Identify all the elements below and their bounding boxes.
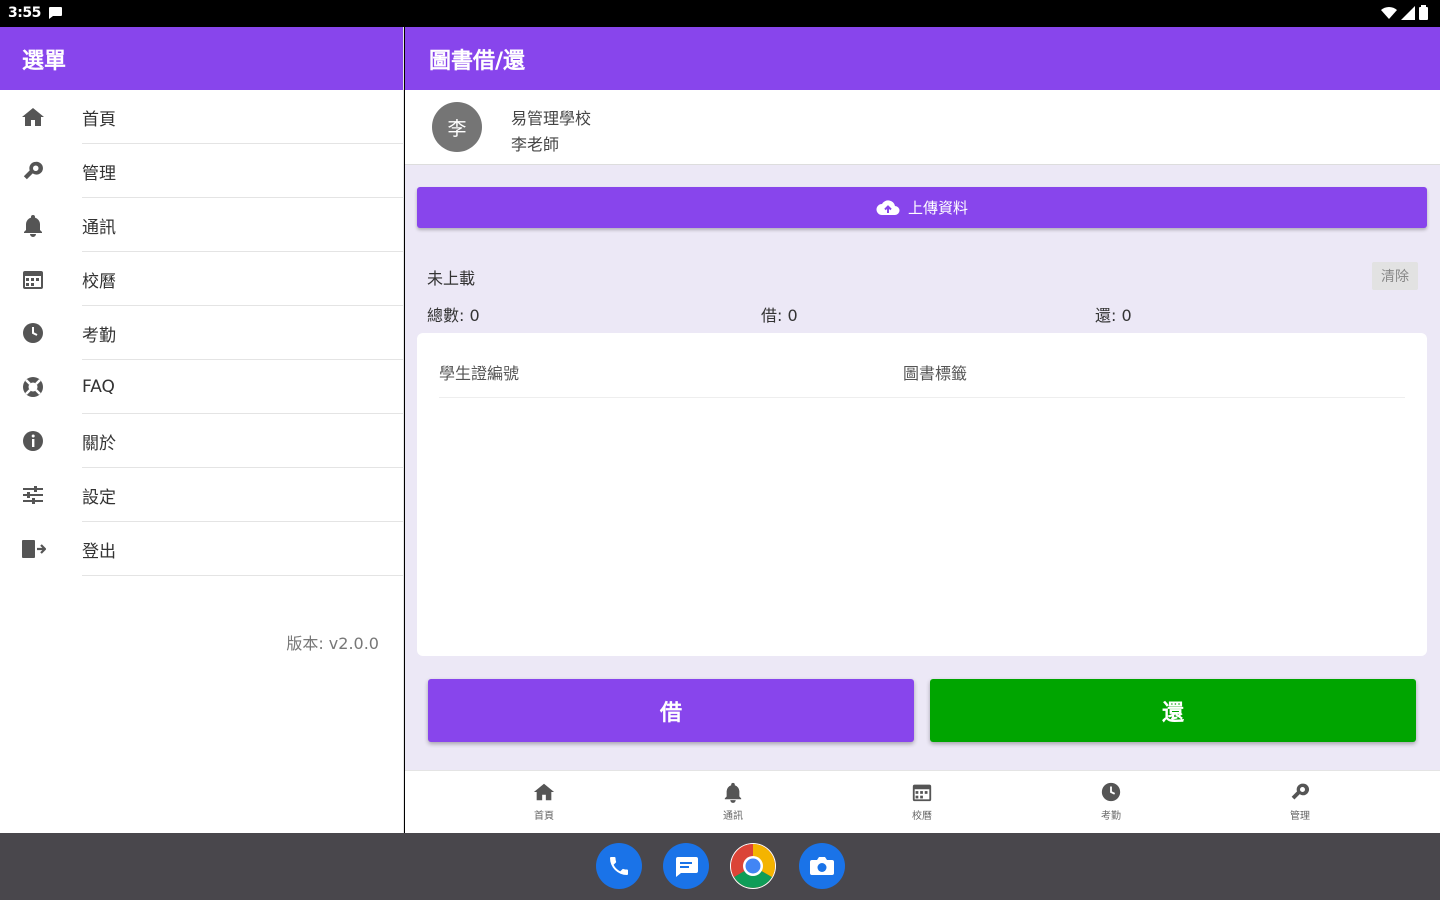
status-bar: 3:55 [0, 0, 1440, 27]
wrench-icon [1270, 779, 1330, 805]
divider [82, 575, 403, 576]
drawer-item-label: 首頁 [82, 109, 116, 130]
user-profile: 李 易管理學校 李老師 [405, 90, 1440, 165]
drawer-item-manage[interactable]: 管理 [0, 144, 403, 198]
bottom-nav-calendar[interactable]: 校曆 [892, 779, 952, 822]
bottom-nav-home[interactable]: 首頁 [514, 779, 574, 822]
teacher-name: 李老師 [511, 135, 560, 154]
bottom-nav-label: 通訊 [723, 811, 743, 822]
calendar-icon [20, 266, 46, 292]
upload-status: 未上載 [427, 269, 476, 288]
status-time: 3:55 [8, 5, 41, 21]
messages-icon[interactable] [663, 843, 709, 889]
clock-icon [20, 320, 46, 346]
drawer-item-logout[interactable]: 登出 [0, 522, 403, 576]
drawer-item-label: 設定 [82, 487, 116, 508]
bottom-nav-label: 校曆 [912, 811, 932, 822]
bell-icon [20, 212, 46, 238]
school-name: 易管理學校 [511, 109, 592, 128]
message-notification-icon [49, 7, 62, 19]
logout-icon [20, 536, 46, 562]
drawer-item-faq[interactable]: FAQ [0, 360, 403, 414]
bottom-nav-attendance[interactable]: 考勤 [1081, 779, 1141, 822]
drawer-item-label: 管理 [82, 163, 116, 184]
clear-button[interactable]: 清除 [1372, 262, 1418, 290]
drawer-item-label: 關於 [82, 433, 116, 454]
signal-icon [1401, 5, 1415, 20]
bottom-nav-label: 管理 [1290, 811, 1310, 822]
page-title: 圖書借/還 [405, 27, 1440, 90]
wifi-icon [1381, 6, 1397, 19]
chrome-icon[interactable] [730, 843, 776, 889]
drawer-item-attendance[interactable]: 考勤 [0, 306, 403, 360]
drawer-item-settings[interactable]: 設定 [0, 468, 403, 522]
bottom-navigation: 首頁 通訊 校曆 考勤 管理 [405, 770, 1440, 833]
column-header-book-tag: 圖書標籤 [903, 364, 968, 383]
drawer-item-label: 登出 [82, 541, 116, 562]
sliders-icon [20, 482, 46, 508]
drawer-item-home[interactable]: 首頁 [0, 90, 403, 144]
borrow-button[interactable]: 借 [428, 679, 914, 742]
avatar: 李 [432, 102, 482, 152]
navigation-drawer: 選單 首頁 管理 通訊 校曆 考勤 FAQ 關於 設定 登出 版本: v2.0.… [0, 27, 404, 833]
home-icon [514, 779, 574, 805]
lifebuoy-icon [20, 374, 46, 400]
calendar-icon [892, 779, 952, 805]
wrench-icon [20, 158, 46, 184]
camera-icon[interactable] [799, 843, 845, 889]
drawer-item-calendar[interactable]: 校曆 [0, 252, 403, 306]
main-panel: 圖書借/還 李 易管理學校 李老師 上傳資料 未上載 清除 總數: 0 借: 0… [405, 27, 1440, 833]
drawer-item-label: FAQ [82, 377, 115, 397]
records-table: 學生證編號 圖書標籤 [417, 333, 1427, 656]
return-button[interactable]: 還 [930, 679, 1416, 742]
return-count: 還: 0 [1095, 306, 1132, 325]
bottom-nav-label: 考勤 [1101, 811, 1121, 822]
header-divider [439, 397, 1405, 398]
system-dock [0, 833, 1440, 900]
bottom-nav-label: 首頁 [534, 811, 554, 822]
system-icons [1381, 5, 1428, 20]
battery-icon [1419, 5, 1428, 20]
drawer-title: 選單 [0, 27, 403, 90]
home-icon [20, 104, 46, 130]
upload-label: 上傳資料 [907, 199, 968, 217]
drawer-item-label: 考勤 [82, 325, 116, 346]
bottom-nav-messages[interactable]: 通訊 [703, 779, 763, 822]
drawer-item-label: 校曆 [82, 271, 116, 292]
total-count: 總數: 0 [427, 306, 480, 325]
bell-icon [703, 779, 763, 805]
app-version: 版本: v2.0.0 [286, 634, 379, 653]
column-header-student-id: 學生證編號 [439, 364, 520, 383]
upload-data-button[interactable]: 上傳資料 [417, 187, 1427, 228]
drawer-menu: 首頁 管理 通訊 校曆 考勤 FAQ 關於 設定 登出 [0, 90, 403, 576]
phone-icon[interactable] [596, 843, 642, 889]
drawer-item-about[interactable]: 關於 [0, 414, 403, 468]
clock-icon [1081, 779, 1141, 805]
drawer-item-messages[interactable]: 通訊 [0, 198, 403, 252]
cloud-upload-icon [876, 199, 900, 215]
bottom-nav-manage[interactable]: 管理 [1270, 779, 1330, 822]
info-icon [20, 428, 46, 454]
drawer-item-label: 通訊 [82, 217, 116, 238]
borrow-count: 借: 0 [761, 306, 798, 325]
